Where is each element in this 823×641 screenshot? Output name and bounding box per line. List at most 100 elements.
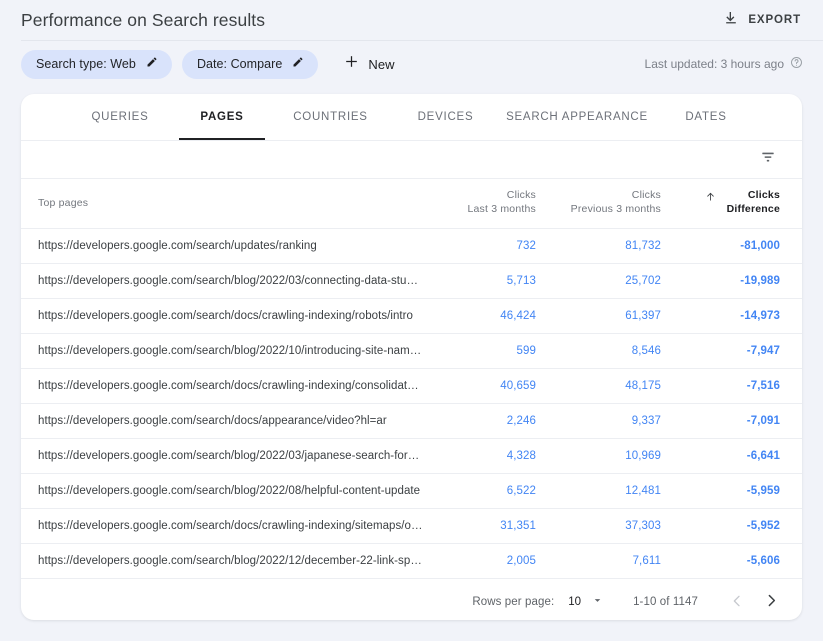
help-circle-icon[interactable] <box>790 56 803 72</box>
cell-clicks: 2,005 <box>423 543 548 578</box>
plus-icon <box>344 54 359 74</box>
cell-page-url[interactable]: https://developers.google.com/search/doc… <box>21 298 423 333</box>
cell-clicks-difference: -7,947 <box>673 333 802 368</box>
cell-clicks: 31,351 <box>423 508 548 543</box>
tab-search-appearance-label: SEARCH APPEARANCE <box>506 111 648 123</box>
chevron-down-icon <box>592 595 603 609</box>
cell-clicks-difference: -6,641 <box>673 438 802 473</box>
tab-pages[interactable]: PAGES <box>171 94 273 140</box>
top-header-bar: Performance on Search results EXPORT <box>0 0 823 40</box>
cell-clicks: 46,424 <box>423 298 548 333</box>
chip-search-type[interactable]: Search type: Web <box>21 50 172 79</box>
cell-clicks-previous: 8,546 <box>548 333 673 368</box>
tab-queries[interactable]: QUERIES <box>69 94 171 140</box>
chevron-left-icon <box>729 593 745 612</box>
tab-dates-label: DATES <box>685 111 726 123</box>
tab-dates[interactable]: DATES <box>651 94 761 140</box>
table-row[interactable]: https://developers.google.com/search/doc… <box>21 368 802 403</box>
cell-clicks-previous: 9,337 <box>548 403 673 438</box>
tab-queries-label: QUERIES <box>91 111 148 123</box>
cell-clicks-difference: -5,952 <box>673 508 802 543</box>
last-updated-label: Last updated: 3 hours ago <box>645 57 784 71</box>
table-row[interactable]: https://developers.google.com/search/blo… <box>21 438 802 473</box>
cell-clicks-difference: -7,516 <box>673 368 802 403</box>
previous-page-button[interactable] <box>724 589 750 615</box>
table-row[interactable]: https://developers.google.com/search/blo… <box>21 263 802 298</box>
column-header-clicks-last[interactable]: Clicks Last 3 months <box>423 179 548 228</box>
performance-table: Top pages Clicks Last 3 months Clicks Pr… <box>21 179 802 579</box>
column-header-clicks-previous-line2: Previous 3 months <box>571 203 661 215</box>
export-button[interactable]: EXPORT <box>721 6 803 35</box>
column-header-top-pages[interactable]: Top pages <box>21 179 423 228</box>
cell-clicks-difference: -14,973 <box>673 298 802 333</box>
cell-clicks: 732 <box>423 228 548 263</box>
cell-page-url[interactable]: https://developers.google.com/search/blo… <box>21 333 423 368</box>
table-pagination: Rows per page: 10 1-10 of 1147 <box>21 579 802 621</box>
page-title: Performance on Search results <box>21 0 265 40</box>
table-row[interactable]: https://developers.google.com/search/upd… <box>21 228 802 263</box>
table-body: https://developers.google.com/search/upd… <box>21 228 802 578</box>
cell-page-url[interactable]: https://developers.google.com/search/blo… <box>21 263 423 298</box>
filter-chip-row: Search type: Web Date: Compare <box>0 40 823 88</box>
table-row[interactable]: https://developers.google.com/search/doc… <box>21 298 802 333</box>
cell-clicks-previous: 48,175 <box>548 368 673 403</box>
table-row[interactable]: https://developers.google.com/search/doc… <box>21 508 802 543</box>
pencil-icon <box>292 55 304 73</box>
cell-page-url[interactable]: https://developers.google.com/search/upd… <box>21 228 423 263</box>
column-header-clicks-previous[interactable]: Clicks Previous 3 months <box>548 179 673 228</box>
cell-clicks: 40,659 <box>423 368 548 403</box>
toolbar-divider <box>21 178 802 179</box>
cell-page-url[interactable]: https://developers.google.com/search/blo… <box>21 473 423 508</box>
tab-pages-label: PAGES <box>200 111 243 123</box>
export-label: EXPORT <box>748 14 801 26</box>
filter-chip-group: Search type: Web Date: Compare <box>21 50 318 79</box>
tab-countries-label: COUNTRIES <box>293 111 367 123</box>
cell-clicks-previous: 12,481 <box>548 473 673 508</box>
pencil-icon <box>146 55 158 73</box>
cell-page-url[interactable]: https://developers.google.com/search/doc… <box>21 508 423 543</box>
rows-per-page-select[interactable]: 10 <box>568 595 603 609</box>
column-header-clicks-previous-line1: Clicks <box>632 189 661 201</box>
cell-page-url[interactable]: https://developers.google.com/search/blo… <box>21 543 423 578</box>
cell-clicks-previous: 10,969 <box>548 438 673 473</box>
cell-clicks-difference: -5,606 <box>673 543 802 578</box>
cell-clicks: 599 <box>423 333 548 368</box>
column-header-clicks-last-line1: Clicks <box>507 189 536 201</box>
chip-search-type-label: Search type: Web <box>36 57 136 71</box>
table-row[interactable]: https://developers.google.com/search/blo… <box>21 473 802 508</box>
rows-per-page-label: Rows per page: <box>472 596 554 608</box>
filter-button[interactable] <box>756 148 780 172</box>
tab-devices[interactable]: DEVICES <box>388 94 503 140</box>
cell-clicks-previous: 61,397 <box>548 298 673 333</box>
column-header-clicks-difference-line2: Difference <box>727 203 780 215</box>
next-page-button[interactable] <box>758 589 784 615</box>
cell-clicks-difference: -5,959 <box>673 473 802 508</box>
pagination-controls <box>724 589 784 615</box>
column-header-clicks-difference[interactable]: Clicks Difference <box>673 179 802 228</box>
sort-arrow-up-icon <box>705 191 716 205</box>
tab-search-appearance[interactable]: SEARCH APPEARANCE <box>503 94 651 140</box>
table-row[interactable]: https://developers.google.com/search/doc… <box>21 403 802 438</box>
search-console-performance-page: Performance on Search results EXPORT Sea… <box>0 0 823 641</box>
chip-date-compare[interactable]: Date: Compare <box>182 50 318 79</box>
cell-clicks-previous: 81,732 <box>548 228 673 263</box>
table-header-row: Top pages Clicks Last 3 months Clicks Pr… <box>21 179 802 228</box>
cell-page-url[interactable]: https://developers.google.com/search/doc… <box>21 403 423 438</box>
add-new-filter-button[interactable]: New <box>338 50 400 78</box>
column-header-clicks-difference-line1: Clicks <box>748 189 780 201</box>
cell-clicks-difference: -81,000 <box>673 228 802 263</box>
last-updated-status: Last updated: 3 hours ago <box>645 56 803 72</box>
column-header-clicks-last-line2: Last 3 months <box>467 203 536 215</box>
cell-page-url[interactable]: https://developers.google.com/search/blo… <box>21 438 423 473</box>
report-tabs: QUERIES PAGES COUNTRIES DEVICES SEARCH A… <box>21 94 802 140</box>
performance-card: QUERIES PAGES COUNTRIES DEVICES SEARCH A… <box>21 94 802 620</box>
table-header: Top pages Clicks Last 3 months Clicks Pr… <box>21 179 802 228</box>
table-row[interactable]: https://developers.google.com/search/blo… <box>21 543 802 578</box>
cell-clicks: 2,246 <box>423 403 548 438</box>
tab-countries[interactable]: COUNTRIES <box>273 94 388 140</box>
rows-per-page-value: 10 <box>568 596 581 608</box>
table-row[interactable]: https://developers.google.com/search/blo… <box>21 333 802 368</box>
chip-date-compare-label: Date: Compare <box>197 57 282 71</box>
cell-page-url[interactable]: https://developers.google.com/search/doc… <box>21 368 423 403</box>
cell-clicks: 5,713 <box>423 263 548 298</box>
